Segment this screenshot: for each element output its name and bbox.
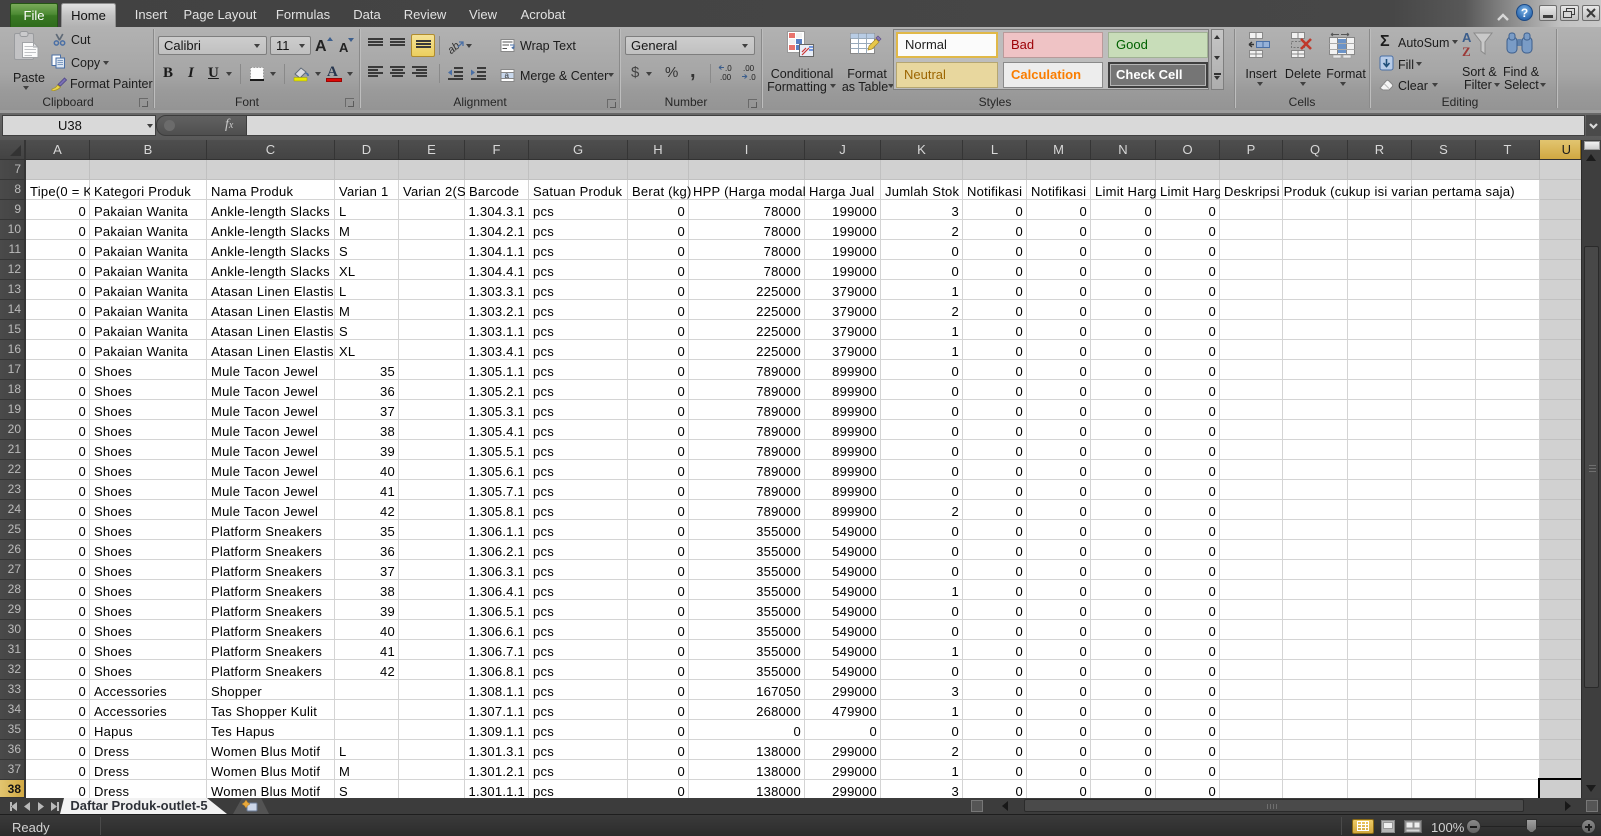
svg-text:A: A xyxy=(1462,30,1472,45)
svg-text:.0: .0 xyxy=(725,64,732,73)
svg-text:.00: .00 xyxy=(743,64,755,73)
svg-text:.00: .00 xyxy=(720,73,732,82)
svg-text:.0: .0 xyxy=(749,73,756,82)
svg-text:Z: Z xyxy=(1462,44,1471,59)
svg-text:a: a xyxy=(505,71,510,80)
